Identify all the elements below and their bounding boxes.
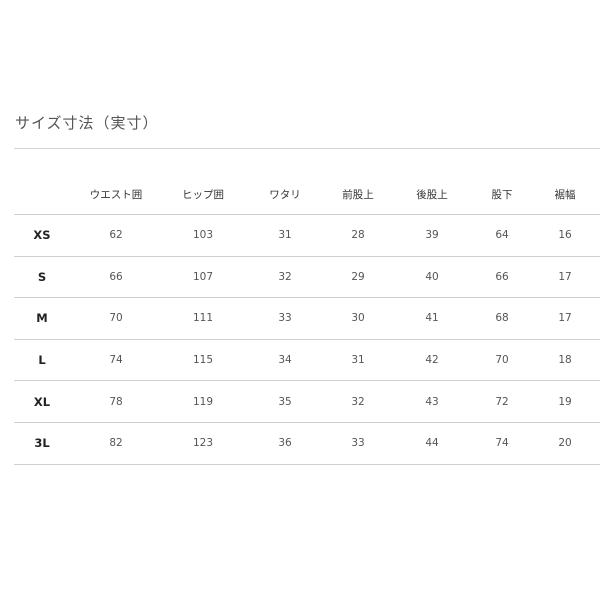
table-cell: 36 (244, 422, 326, 465)
size-table: ウエスト囲 ヒップ囲 ワタリ 前股上 後股上 股下 裾幅 XS 62 103 3… (14, 174, 600, 465)
table-cell: 103 (162, 214, 244, 257)
header-inseam: 股下 (474, 174, 530, 215)
table-cell: 35 (244, 380, 326, 423)
header-back-rise: 後股上 (390, 174, 474, 215)
table-row: M 70 111 33 30 41 68 17 (14, 297, 600, 340)
table-cell: 78 (70, 380, 162, 423)
table-cell: 34 (244, 339, 326, 382)
table-row: XS 62 103 31 28 39 64 16 (14, 214, 600, 257)
title-divider (14, 148, 600, 149)
table-cell: 68 (474, 297, 530, 340)
table-cell: 82 (70, 422, 162, 465)
table-cell: 28 (326, 214, 390, 257)
header-waist: ウエスト囲 (70, 174, 162, 215)
table-row: S 66 107 32 29 40 66 17 (14, 256, 600, 299)
table-cell: 33 (326, 422, 390, 465)
header-hip: ヒップ囲 (162, 174, 244, 215)
table-cell: 41 (390, 297, 474, 340)
table-cell: 66 (70, 256, 162, 299)
table-cell: 107 (162, 256, 244, 299)
header-front-rise: 前股上 (326, 174, 390, 215)
table-cell: 70 (70, 297, 162, 340)
size-label: M (14, 297, 70, 340)
table-cell: 115 (162, 339, 244, 382)
table-cell: 43 (390, 380, 474, 423)
table-cell: 19 (530, 380, 600, 423)
size-label: XS (14, 214, 70, 257)
table-cell: 40 (390, 256, 474, 299)
size-label: L (14, 339, 70, 382)
header-hem-width: 裾幅 (530, 174, 600, 215)
table-cell: 66 (474, 256, 530, 299)
table-cell: 18 (530, 339, 600, 382)
table-row: 3L 82 123 36 33 44 74 20 (14, 422, 600, 465)
table-cell: 111 (162, 297, 244, 340)
table-row: L 74 115 34 31 42 70 18 (14, 339, 600, 382)
table-cell: 72 (474, 380, 530, 423)
table-row: XL 78 119 35 32 43 72 19 (14, 380, 600, 423)
table-cell: 42 (390, 339, 474, 382)
table-cell: 30 (326, 297, 390, 340)
table-cell: 74 (70, 339, 162, 382)
size-label: 3L (14, 422, 70, 465)
table-cell: 62 (70, 214, 162, 257)
table-cell: 31 (326, 339, 390, 382)
table-cell: 32 (244, 256, 326, 299)
table-header-row: ウエスト囲 ヒップ囲 ワタリ 前股上 後股上 股下 裾幅 (14, 174, 600, 215)
table-cell: 17 (530, 297, 600, 340)
header-size (14, 174, 70, 215)
table-cell: 17 (530, 256, 600, 299)
header-thigh: ワタリ (244, 174, 326, 215)
table-cell: 39 (390, 214, 474, 257)
table-cell: 74 (474, 422, 530, 465)
table-cell: 31 (244, 214, 326, 257)
table-cell: 70 (474, 339, 530, 382)
page-title: サイズ寸法（実寸） (15, 114, 159, 132)
table-cell: 44 (390, 422, 474, 465)
table-cell: 16 (530, 214, 600, 257)
table-cell: 119 (162, 380, 244, 423)
table-cell: 64 (474, 214, 530, 257)
size-label: S (14, 256, 70, 299)
table-cell: 33 (244, 297, 326, 340)
table-cell: 29 (326, 256, 390, 299)
size-label: XL (14, 380, 70, 423)
table-cell: 32 (326, 380, 390, 423)
table-cell: 20 (530, 422, 600, 465)
table-cell: 123 (162, 422, 244, 465)
